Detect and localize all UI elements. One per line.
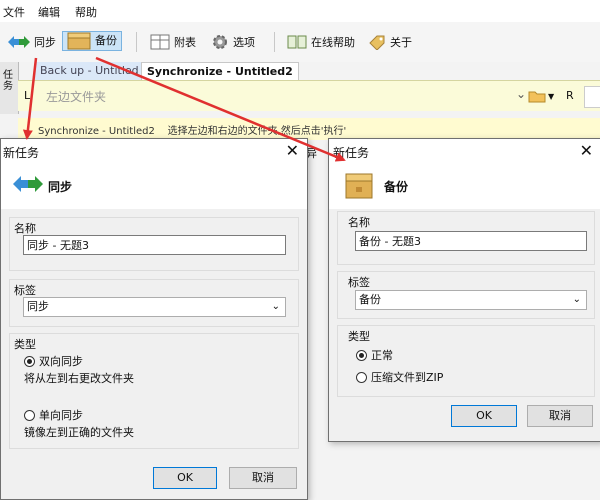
name-label: 名称 — [348, 216, 370, 229]
gear-icon — [213, 35, 227, 49]
toolbar: 同步 备份 附表 选项 在线帮助 关于 — [0, 22, 600, 62]
tag-select-value: 同步 — [27, 300, 49, 313]
tag-group: 标签 备份 ⌄ — [337, 271, 595, 319]
menu-file[interactable]: 文件 — [3, 4, 25, 20]
tag-select-value: 备份 — [359, 293, 381, 306]
chevron-down-icon: ⌄ — [271, 301, 280, 312]
name-group: 名称 备份 - 无题3 — [337, 211, 595, 265]
right-folder-input[interactable] — [584, 86, 600, 108]
dialog-title-bar: 新任务 ✕ — [1, 139, 307, 165]
online-help-button-label: 在线帮助 — [311, 36, 355, 49]
close-icon[interactable]: ✕ — [580, 141, 593, 160]
menu-help[interactable]: 帮助 — [75, 4, 97, 20]
box-icon — [67, 32, 91, 50]
tab-backup-untitled[interactable]: Back up - Untitled — [35, 62, 144, 80]
name-label: 名称 — [14, 222, 36, 235]
new-task-backup-dialog: 新任务 ✕ 备份 名称 备份 - 无题3 标签 备份 ⌄ 类型 正常 压缩文件到… — [328, 138, 600, 442]
dialog-header: 同步 — [1, 165, 307, 210]
info-bar: Synchronize - Untitled2 选择左边和右边的文件夹,然后点击… — [18, 118, 600, 140]
dialog-body: 名称 同步 - 无题3 标签 同步 ⌄ 类型 双向同步 将从左到右更改文件夹 单… — [1, 209, 307, 499]
two-way-sync-radio[interactable]: 双向同步 — [24, 353, 83, 369]
new-task-sync-dialog: 新任务 ✕ 同步 名称 同步 - 无题3 标签 同步 ⌄ 类型 双向同步 将从左 — [0, 138, 308, 500]
radio-checked-icon — [24, 355, 35, 367]
backup-button[interactable]: 备份 — [62, 31, 122, 51]
ok-button[interactable]: OK — [451, 405, 517, 427]
left-side-label: L — [24, 89, 31, 102]
sync-button-label: 同步 — [34, 36, 56, 49]
type-group: 类型 双向同步 将从左到右更改文件夹 单向同步 镜像左到正确的文件夹 — [9, 333, 299, 449]
type-group: 类型 正常 压缩文件到ZIP — [337, 325, 595, 397]
sync-arrows-icon — [13, 176, 43, 192]
tag-group: 标签 同步 ⌄ — [9, 279, 299, 327]
toolbar-separator — [136, 32, 137, 52]
type-label: 类型 — [348, 330, 370, 343]
tag-label: 标签 — [14, 284, 36, 297]
dialog-title: 新任务 — [3, 146, 40, 160]
toolbar-separator — [274, 32, 275, 52]
attachment-button-label: 附表 — [174, 36, 196, 49]
dialog-heading: 同步 — [48, 180, 73, 194]
dialog-body: 名称 备份 - 无题3 标签 备份 ⌄ 类型 正常 压缩文件到ZIP OK 取消 — [329, 209, 600, 441]
tag-select[interactable]: 同步 ⌄ — [23, 297, 286, 317]
chevron-down-icon: ⌄ — [572, 294, 581, 305]
info-bar-text: Synchronize - Untitled2 选择左边和右边的文件夹,然后点击… — [38, 126, 347, 137]
tab-synchronize-untitled2[interactable]: Synchronize - Untitled2 — [141, 62, 299, 81]
one-way-sync-description: 镜像左到正确的文件夹 — [24, 426, 134, 439]
left-folder-input[interactable]: 左边文件夹 ⌄ — [40, 86, 530, 106]
dialog-title: 新任务 — [333, 146, 370, 160]
cancel-button[interactable]: 取消 — [527, 405, 593, 427]
tab-strip: Back up - Untitled Synchronize - Untitle… — [0, 62, 600, 81]
options-button[interactable]: 选项 — [211, 31, 255, 53]
radio-checked-icon — [356, 349, 367, 361]
close-icon[interactable]: ✕ — [286, 141, 299, 160]
radio-unchecked-icon — [24, 409, 35, 421]
browse-folder-button[interactable]: ▼ — [528, 87, 560, 105]
tag-label: 标签 — [348, 276, 370, 289]
dialog-header: 备份 — [329, 165, 600, 210]
normal-backup-radio[interactable]: 正常 — [356, 347, 393, 363]
menu-bar: 文件 编辑 帮助 — [0, 0, 600, 22]
task-panel-label: 任务 — [3, 70, 13, 92]
type-label: 类型 — [14, 338, 36, 351]
dialog-heading: 备份 — [384, 180, 409, 194]
folder-path-row: L 左边文件夹 ⌄ ▼ R — [18, 80, 600, 111]
dropdown-arrow-icon: ▼ — [548, 91, 555, 101]
ok-button[interactable]: OK — [153, 467, 217, 489]
chevron-down-icon[interactable]: ⌄ — [516, 87, 526, 101]
radio-unchecked-icon — [356, 371, 367, 383]
task-panel-strip[interactable]: 任务 — [0, 62, 19, 114]
one-way-sync-label: 单向同步 — [39, 409, 83, 422]
about-button-label: 关于 — [390, 36, 412, 49]
tag-select[interactable]: 备份 ⌄ — [355, 290, 587, 310]
about-button[interactable]: 关于 — [368, 31, 412, 53]
name-input[interactable]: 备份 - 无题3 — [355, 231, 587, 251]
options-button-label: 选项 — [233, 36, 255, 49]
sync-button[interactable]: 同步 — [8, 31, 56, 53]
left-folder-placeholder: 左边文件夹 — [46, 90, 107, 104]
cancel-button[interactable]: 取消 — [229, 467, 297, 489]
table-icon — [150, 34, 170, 50]
dialog-title-bar: 新任务 ✕ — [329, 139, 600, 165]
sync-arrows-icon — [8, 36, 30, 48]
two-way-sync-description: 将从左到右更改文件夹 — [24, 372, 134, 385]
zip-backup-label: 压缩文件到ZIP — [371, 371, 444, 384]
folder-icon — [528, 91, 546, 103]
zip-backup-radio[interactable]: 压缩文件到ZIP — [356, 369, 443, 385]
attachment-button[interactable]: 附表 — [150, 31, 196, 53]
menu-edit[interactable]: 编辑 — [38, 4, 60, 20]
name-group: 名称 同步 - 无题3 — [9, 217, 299, 271]
one-way-sync-radio[interactable]: 单向同步 — [24, 407, 83, 423]
tag-icon — [369, 35, 385, 50]
name-input[interactable]: 同步 - 无题3 — [23, 235, 286, 255]
box-icon — [345, 173, 373, 199]
normal-backup-label: 正常 — [371, 349, 393, 362]
two-way-sync-label: 双向同步 — [39, 355, 83, 368]
book-icon — [287, 35, 307, 49]
backup-button-label: 备份 — [95, 34, 117, 47]
online-help-button[interactable]: 在线帮助 — [287, 31, 355, 53]
right-side-label: R — [566, 89, 574, 102]
